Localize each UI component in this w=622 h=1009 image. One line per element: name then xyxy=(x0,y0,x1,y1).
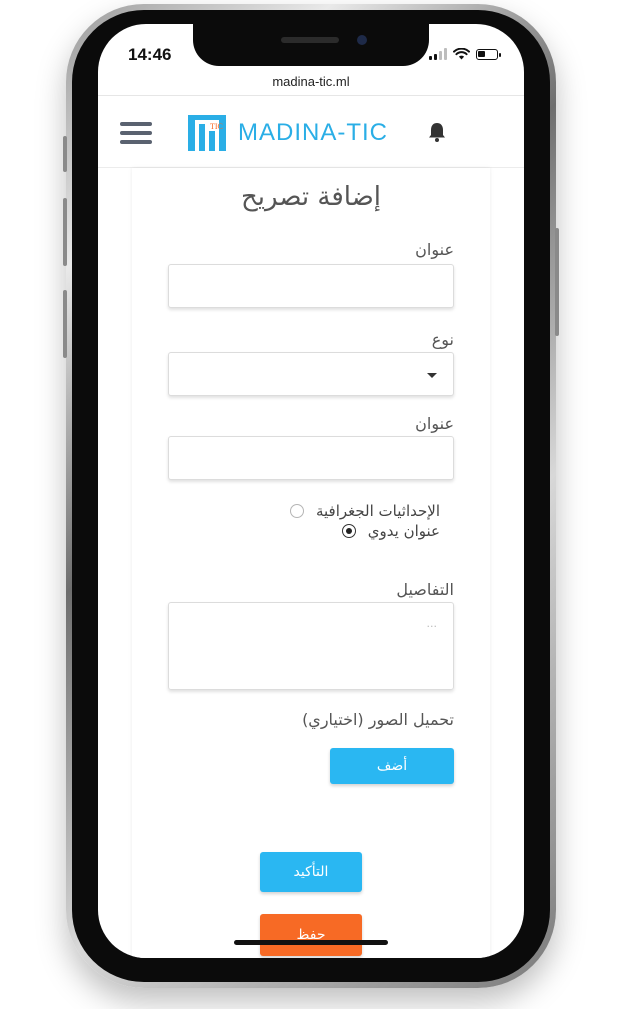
details-label: التفاصيل xyxy=(396,580,454,599)
type-label: نوع xyxy=(431,330,454,349)
volume-up-button xyxy=(63,198,67,266)
app-header: TIC MADINA-TIC xyxy=(98,96,524,168)
browser-url[interactable]: madina-tic.ml xyxy=(98,68,524,96)
speaker-grille xyxy=(281,37,339,43)
wifi-icon xyxy=(453,48,470,60)
type-select[interactable] xyxy=(168,352,454,396)
power-button xyxy=(555,228,559,336)
front-camera xyxy=(357,35,367,45)
radio-label-manual: عنوان يدوي xyxy=(367,522,440,540)
declaration-form: إضافة تصريح عنوان نوع عنوان الإحداثيات ا… xyxy=(132,168,490,958)
radio-geo[interactable] xyxy=(289,504,304,518)
address-label: عنوان xyxy=(415,414,454,433)
silent-switch xyxy=(63,136,67,172)
bell-icon[interactable] xyxy=(426,121,448,143)
notch xyxy=(193,24,429,66)
phone-screen: 14:46 madina-tic.ml TIC MADINA-TIC إضافة… xyxy=(98,24,524,958)
page-title: إضافة تصريح xyxy=(240,182,381,212)
battery-icon xyxy=(476,48,501,60)
radio-option-manual[interactable]: عنوان يدوي xyxy=(341,522,440,540)
address-input[interactable] xyxy=(168,436,454,480)
save-button[interactable]: حفظ xyxy=(260,914,362,956)
brand-name: MADINA-TIC xyxy=(238,119,388,146)
volume-down-button xyxy=(63,290,67,358)
logo-mark-icon: TIC xyxy=(188,115,226,151)
title-label: عنوان xyxy=(415,240,454,259)
chevron-down-icon xyxy=(427,373,437,378)
signal-icon xyxy=(429,48,447,60)
brand-logo[interactable]: TIC MADINA-TIC xyxy=(188,114,388,152)
title-input[interactable] xyxy=(168,264,454,308)
radio-label-geo: الإحداثيات الجغرافية xyxy=(315,502,440,520)
logo-badge: TIC xyxy=(210,122,223,131)
add-photo-button[interactable]: أضف xyxy=(330,748,454,784)
photos-label: تحميل الصور (اختياري) xyxy=(302,710,454,729)
menu-icon[interactable] xyxy=(120,122,152,144)
home-indicator[interactable] xyxy=(234,940,388,945)
status-time: 14:46 xyxy=(128,45,172,64)
radio-option-geo[interactable]: الإحداثيات الجغرافية xyxy=(289,502,440,520)
confirm-button[interactable]: التأكيد xyxy=(260,852,362,892)
details-textarea[interactable]: ... xyxy=(168,602,454,690)
status-icons xyxy=(429,48,501,60)
radio-manual[interactable] xyxy=(341,524,356,538)
